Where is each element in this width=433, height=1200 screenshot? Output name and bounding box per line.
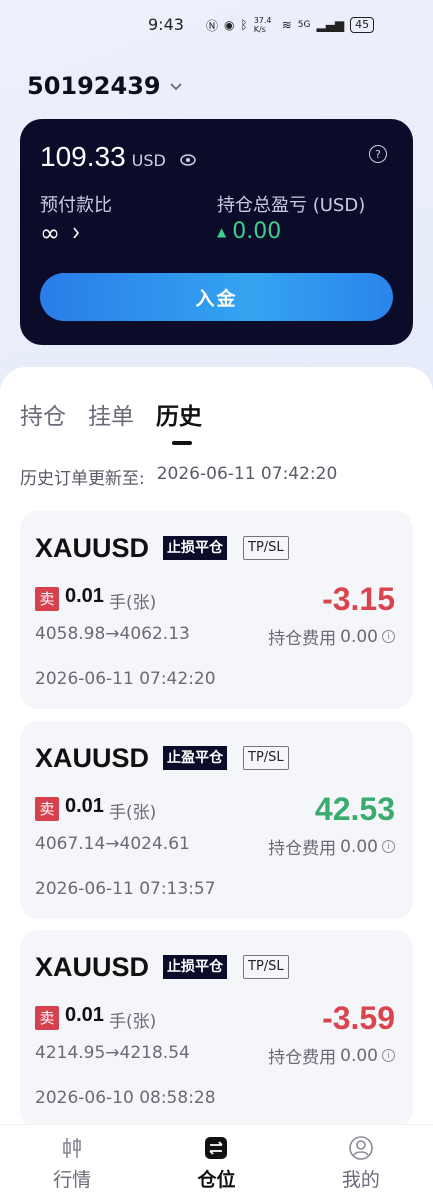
order-lot: 0.01 (65, 795, 104, 817)
history-update-time: 2026-06-11 07:42:20 (156, 464, 338, 484)
order-lot: 0.01 (65, 1004, 104, 1026)
lot-unit: 手(张) (109, 593, 157, 613)
account-selector[interactable]: 50192439 (27, 72, 183, 100)
order-prices: 4067.14→4024.61 (35, 834, 190, 854)
order-pnl: -3.15 (322, 581, 395, 617)
info-icon[interactable]: i (382, 1049, 395, 1062)
bottom-nav: 行情 仓位 我的 (0, 1124, 433, 1200)
profile-icon (348, 1135, 374, 1161)
order-symbol: XAUUSD (35, 533, 150, 563)
close-type-tag: 止损平仓 (163, 955, 227, 979)
nav-profile-label: 我的 (341, 1169, 380, 1191)
side-badge: 卖 (35, 797, 59, 821)
lot-unit: 手(张) (109, 1012, 157, 1032)
margin-ratio-row[interactable]: ∞ (40, 219, 80, 247)
close-type-tag: 止盈平仓 (163, 746, 227, 770)
side-badge: 卖 (35, 1006, 59, 1030)
order-symbol: XAUUSD (35, 952, 150, 982)
help-icon[interactable]: ? (369, 145, 387, 163)
network-type: 5G (297, 20, 311, 30)
order-card[interactable]: XAUUSD 止损平仓 TP/SL 卖 0.01 手(张) -3.15 4058… (20, 511, 413, 709)
nfc-icon: Ⓝ (206, 18, 219, 33)
order-fee: 持仓费用 0.00 i (268, 834, 395, 859)
wifi-icon: ≋ (281, 18, 292, 32)
close-type-tag: 止损平仓 (163, 536, 227, 560)
account-id: 50192439 (27, 72, 161, 100)
status-bar: 9:43 Ⓝ ◉ ᛒ 37.4 K/s ≋ 5G ▂▄▆ 45 (0, 0, 433, 50)
total-pnl-label: 持仓总盈亏 (USD) (217, 195, 366, 216)
swap-icon (203, 1135, 229, 1161)
order-time: 2026-06-11 07:42:20 (35, 669, 216, 689)
tab-positions[interactable]: 持仓 (20, 397, 66, 431)
chevron-right-icon (72, 224, 80, 243)
tpsl-tag: TP/SL (243, 955, 289, 979)
order-prices: 4058.98→4062.13 (35, 624, 190, 644)
total-pnl-value: 0.00 (232, 219, 282, 244)
fee-value: 0.00 (340, 836, 378, 857)
lot-unit: 手(张) (109, 803, 157, 823)
status-time: 9:43 (148, 15, 184, 34)
order-time: 2026-06-11 07:13:57 (35, 879, 216, 899)
side-badge: 卖 (35, 587, 59, 611)
signal-icon: ▂▄▆ (316, 18, 345, 32)
margin-ratio-label: 预付款比 (40, 195, 112, 216)
account-summary-card: 109.33 USD ? 预付款比 持仓总盈亏 (USD) ∞ ▲ 0.00 入… (20, 119, 413, 345)
eye-status-icon: ◉ (224, 18, 235, 32)
order-pnl: 42.53 (314, 791, 395, 827)
order-fee: 持仓费用 0.00 i (268, 1043, 395, 1068)
info-icon[interactable]: i (382, 840, 395, 853)
network-speed: 37.4 K/s (253, 16, 272, 34)
candlestick-icon (59, 1135, 85, 1161)
order-symbol: XAUUSD (35, 743, 150, 773)
nav-market-label: 行情 (53, 1169, 92, 1191)
eye-icon[interactable] (180, 154, 196, 170)
deposit-button[interactable]: 入金 (40, 273, 393, 321)
fee-label: 持仓费用 (268, 629, 337, 649)
total-pnl-row: ▲ 0.00 (217, 219, 281, 244)
history-update-label: 历史订单更新至: (20, 469, 145, 489)
chevron-down-icon (169, 80, 183, 96)
nav-market[interactable]: 行情 (0, 1125, 144, 1200)
battery-indicator: 45 (350, 17, 375, 33)
fee-label: 持仓费用 (268, 839, 337, 859)
up-triangle-icon: ▲ (217, 224, 227, 239)
margin-ratio-value: ∞ (40, 219, 60, 247)
tab-history[interactable]: 历史 (156, 397, 202, 445)
order-prices: 4214.95→4218.54 (35, 1043, 190, 1063)
info-icon[interactable]: i (382, 630, 395, 643)
bluetooth-icon: ᛒ (240, 18, 248, 32)
order-time: 2026-06-10 08:58:28 (35, 1088, 216, 1108)
status-icons: Ⓝ ◉ ᛒ 37.4 K/s ≋ 5G ▂▄▆ 45 (206, 16, 375, 34)
order-fee: 持仓费用 0.00 i (268, 624, 395, 649)
nav-positions[interactable]: 仓位 (144, 1125, 288, 1200)
fee-label: 持仓费用 (268, 1048, 337, 1068)
balance-value: 109.33 (40, 141, 126, 172)
nav-profile[interactable]: 我的 (289, 1125, 433, 1200)
tab-pending[interactable]: 挂单 (88, 397, 134, 431)
order-lot: 0.01 (65, 585, 104, 607)
nav-positions-label: 仓位 (197, 1169, 236, 1191)
fee-value: 0.00 (340, 1045, 378, 1066)
order-card[interactable]: XAUUSD 止盈平仓 TP/SL 卖 0.01 手(张) 42.53 4067… (20, 721, 413, 919)
tpsl-tag: TP/SL (243, 536, 289, 560)
history-update-row: 历史订单更新至: 2026-06-11 07:42:20 (20, 464, 337, 489)
fee-value: 0.00 (340, 626, 378, 647)
tpsl-tag: TP/SL (243, 746, 289, 770)
balance-row: 109.33 USD (40, 141, 196, 173)
balance-currency: USD (131, 151, 166, 170)
tab-bar: 持仓 挂单 历史 (20, 397, 202, 445)
order-pnl: -3.59 (322, 1000, 395, 1036)
order-card[interactable]: XAUUSD 止损平仓 TP/SL 卖 0.01 手(张) -3.59 4214… (20, 930, 413, 1128)
